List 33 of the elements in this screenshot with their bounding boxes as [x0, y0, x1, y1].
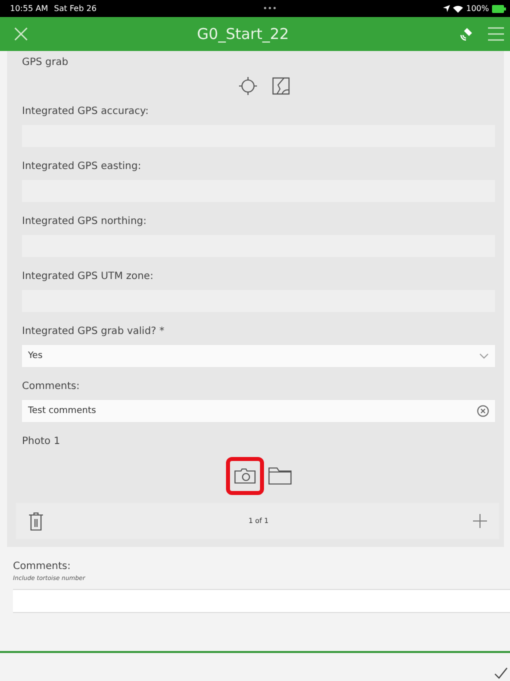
field-label: Comments:: [13, 561, 72, 572]
status-time: 10:55 AM: [10, 4, 48, 13]
folder-icon[interactable]: [268, 467, 292, 485]
dropdown-field[interactable]: Yes: [22, 345, 495, 367]
camera-icon: [234, 468, 256, 484]
menu-icon[interactable]: [488, 27, 504, 41]
camera-button[interactable]: [226, 457, 264, 495]
field-label: GPS grab: [22, 57, 70, 68]
field-label: Integrated GPS northing:: [22, 216, 148, 227]
field-label: Integrated GPS grab valid? *: [22, 326, 166, 337]
clear-icon[interactable]: [477, 405, 489, 417]
field-label: Integrated GPS accuracy:: [22, 106, 150, 117]
checkmark-icon[interactable]: [494, 667, 508, 679]
field-label: Comments:: [22, 381, 81, 392]
input-field[interactable]: [13, 589, 510, 613]
field-label: Integrated GPS UTM zone:: [22, 271, 154, 282]
wifi-icon: [453, 4, 464, 12]
field-label: Photo 1: [22, 436, 62, 447]
crosshair-icon[interactable]: [238, 76, 258, 96]
trash-icon[interactable]: [28, 511, 44, 531]
form-title: G0_Start_22: [197, 25, 289, 43]
battery-percent: 100%: [466, 4, 489, 13]
multitask-dots: •••: [262, 4, 277, 13]
input-field[interactable]: Test comments: [22, 400, 495, 422]
field-label: Integrated GPS easting:: [22, 161, 142, 172]
add-icon[interactable]: [472, 514, 487, 528]
battery-icon: [492, 4, 506, 12]
close-icon[interactable]: [14, 27, 28, 41]
map-icon[interactable]: [272, 77, 290, 95]
status-date: Sat Feb 26: [54, 4, 97, 13]
chevron-down-icon: [479, 353, 489, 359]
location-icon: [443, 5, 450, 12]
satellite-icon[interactable]: [458, 26, 474, 42]
